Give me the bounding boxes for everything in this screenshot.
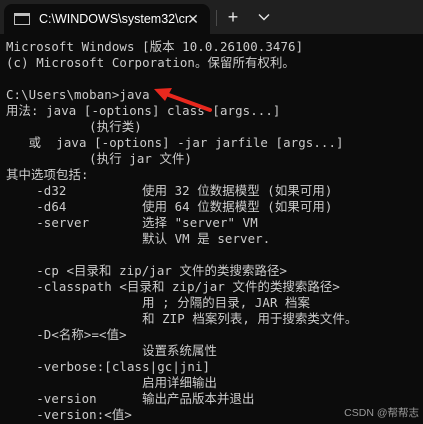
terminal-line: -verbose:[class|gc|jni] <box>6 359 211 374</box>
terminal-line: -version:<值> <box>6 407 132 422</box>
red-arrow-annotation <box>154 88 212 112</box>
terminal-line: -cp <目录和 zip/jar 文件的类搜索路径> <box>6 263 288 278</box>
terminal-line: (执行类) <box>6 119 142 134</box>
terminal-line: 其中选项包括: <box>6 167 89 182</box>
terminal-line: 启用详细输出 <box>6 375 218 390</box>
terminal-line: -d32 使用 32 位数据模型 (如果可用) <box>6 183 333 198</box>
tab-bar: C:\WINDOWS\system32\cmd. ✕ + <box>0 0 423 34</box>
terminal-line: 用 ; 分隔的目录, JAR 档案 <box>6 295 311 310</box>
terminal-line: 默认 VM 是 server. <box>6 231 271 246</box>
terminal-line: 和 ZIP 档案列表, 用于搜索类文件。 <box>6 311 358 326</box>
terminal-line: -D<名称>=<值> <box>6 327 127 342</box>
terminal-line: (执行 jar 文件) <box>6 151 193 166</box>
terminal-line: -version 输出产品版本并退出 <box>6 391 255 406</box>
terminal-line: -d64 使用 64 位数据模型 (如果可用) <box>6 199 333 214</box>
terminal-line: (c) Microsoft Corporation。保留所有权利。 <box>6 55 295 70</box>
close-icon[interactable]: ✕ <box>184 10 202 28</box>
terminal-window: C:\WINDOWS\system32\cmd. ✕ + Microsoft W… <box>0 0 423 424</box>
terminal-line: Microsoft Windows [版本 10.0.26100.3476] <box>6 39 304 54</box>
tab-cmd[interactable]: C:\WINDOWS\system32\cmd. ✕ <box>4 4 210 34</box>
watermark: CSDN @帮帮志 <box>344 407 419 419</box>
terminal-line: 或 java [-options] -jar jarfile [args...] <box>6 135 344 150</box>
terminal-line: -classpath <目录和 zip/jar 文件的类搜索路径> <box>6 279 340 294</box>
tab-title: C:\WINDOWS\system32\cmd. <box>39 12 189 26</box>
terminal-line: -server 选择 "server" VM <box>6 215 258 230</box>
terminal-icon <box>14 13 30 25</box>
new-tab-button[interactable]: + <box>222 6 244 28</box>
chevron-down-icon[interactable] <box>254 6 274 28</box>
tab-separator <box>216 10 217 26</box>
terminal-line: 设置系统属性 <box>6 343 218 358</box>
terminal-line: 用法: java [-options] class [args...] <box>6 103 281 118</box>
terminal-line: C:\Users\moban>java <box>6 87 150 102</box>
